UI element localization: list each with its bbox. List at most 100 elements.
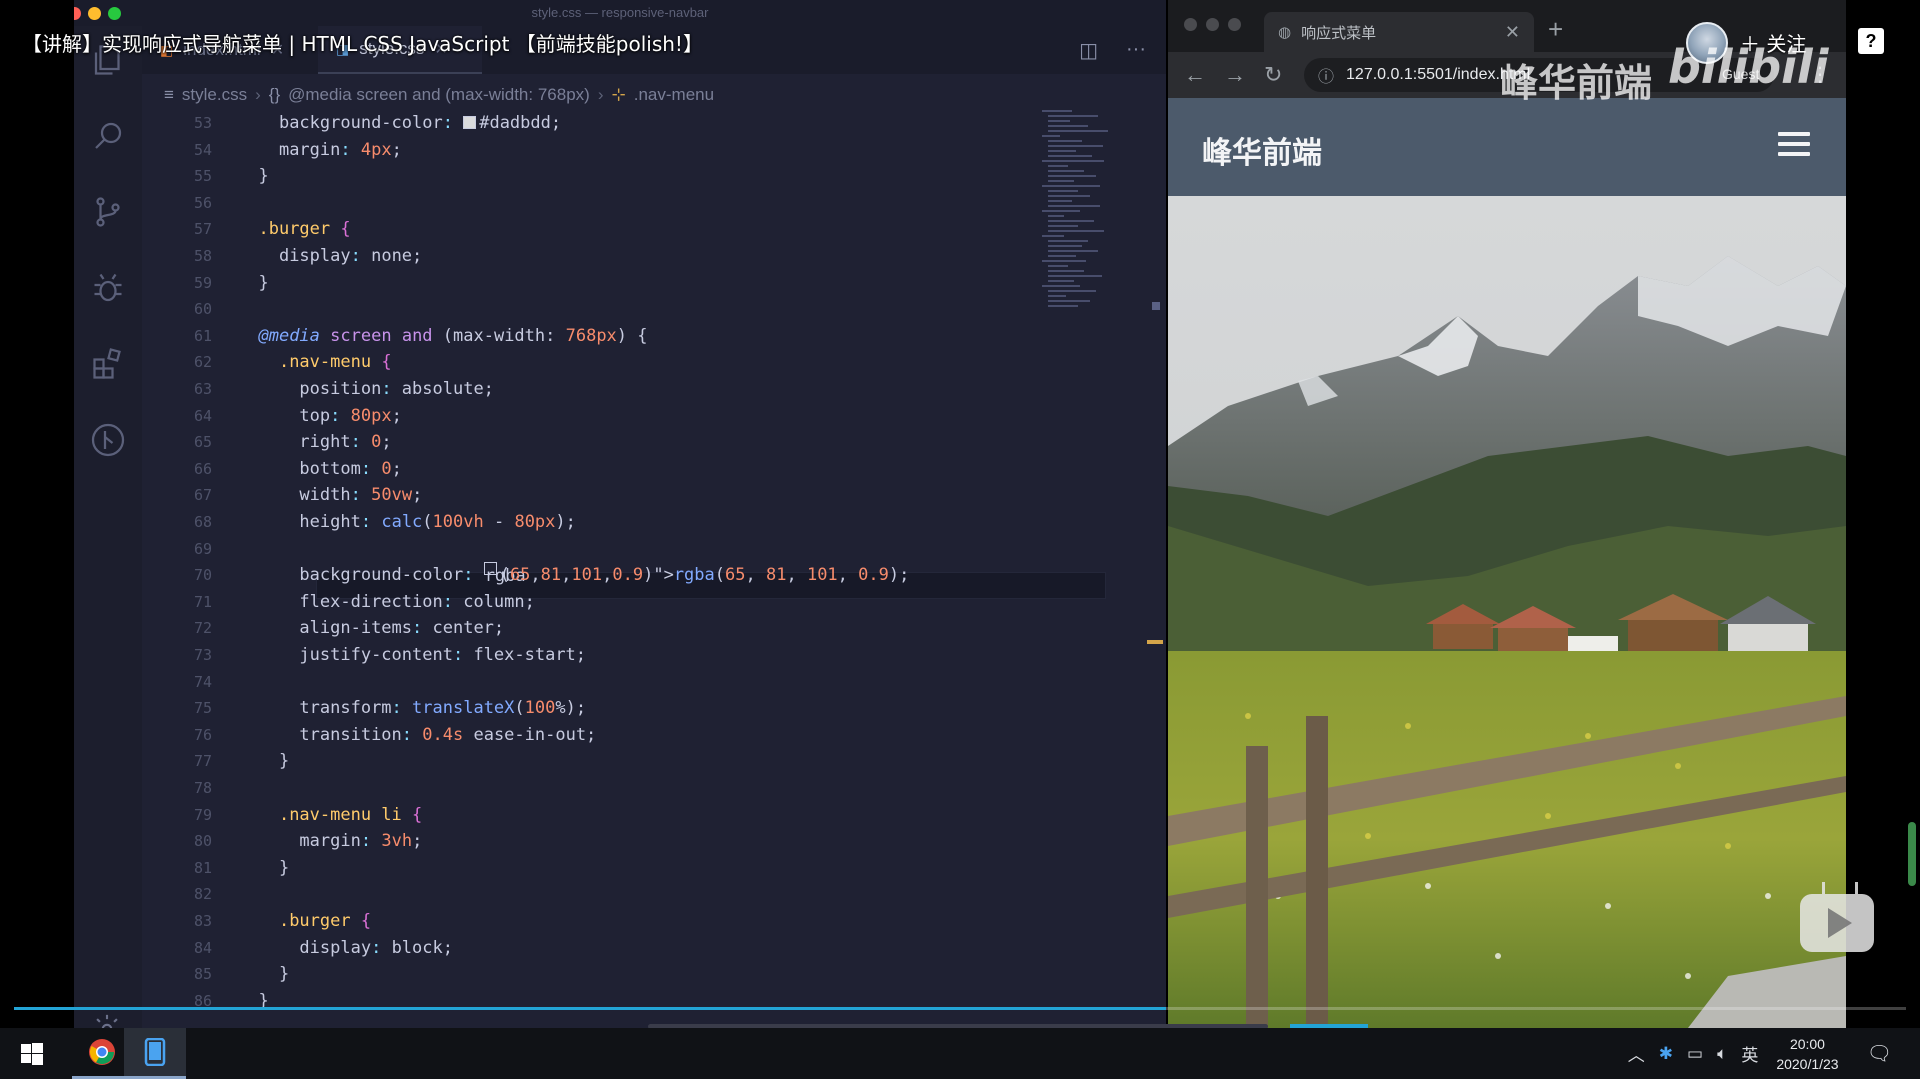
settings-gear-icon[interactable]	[90, 1012, 124, 1028]
code-line[interactable]: 75 transform: translateX(100%);	[142, 695, 586, 722]
tablet-app-taskbar-icon[interactable]	[124, 1028, 186, 1079]
line-number: 74	[193, 672, 212, 691]
minimap-line	[1048, 150, 1076, 152]
video-progress-remaining[interactable]	[1166, 1007, 1906, 1010]
code-line[interactable]: 64 top: 80px;	[142, 403, 402, 430]
code-text: right: 0;	[299, 432, 392, 453]
code-line[interactable]: 72 align-items: center;	[142, 615, 504, 642]
code-line[interactable]: 60	[142, 296, 212, 323]
more-actions-icon[interactable]: ···	[1126, 38, 1146, 63]
line-number: 76	[193, 725, 212, 744]
code-line[interactable]: 81 }	[142, 855, 289, 882]
code-text: margin: 4px;	[278, 139, 402, 160]
code-editor[interactable]: 53 background-color: #dadbdd; 54 margin: …	[142, 113, 1114, 1015]
chrome-taskbar-icon[interactable]	[72, 1028, 132, 1079]
close-tab-icon[interactable]: ✕	[1505, 22, 1520, 43]
minimap-line	[1042, 260, 1086, 262]
code-line[interactable]: 85 }	[142, 961, 289, 988]
close-window-button[interactable]	[1184, 18, 1197, 31]
code-line[interactable]: 57 .burger {	[142, 216, 351, 243]
site-logo[interactable]: 峰华前端	[1202, 128, 1322, 172]
line-number: 63	[193, 380, 212, 398]
line-number: 68	[193, 513, 212, 531]
code-line[interactable]: 65 right: 0;	[142, 429, 392, 456]
css-file-icon: ≡	[164, 85, 174, 104]
minimap-line	[1048, 195, 1090, 197]
code-line[interactable]: 70 background-color: rgba(65,81,101,0.9)…	[142, 562, 909, 589]
code-line[interactable]: 79 .nav-menu li {	[142, 802, 422, 829]
code-line[interactable]: 82	[142, 881, 212, 908]
braces-icon: {}	[268, 85, 281, 104]
bluetooth-icon[interactable]: ✱	[1659, 1044, 1673, 1064]
code-text: transform: translateX(100%);	[299, 698, 587, 719]
browser-tab[interactable]: ◍ 响应式菜单 ✕	[1264, 12, 1534, 52]
minimap-line	[1048, 255, 1076, 257]
code-line[interactable]: 53 background-color: #dadbdd;	[142, 110, 561, 137]
minimize-window-button[interactable]	[1206, 18, 1219, 31]
video-title: 【讲解】实现响应式导航菜单 | HTML CSS JavaScript 【前端技…	[22, 32, 703, 56]
hamburger-menu-icon[interactable]	[1778, 132, 1810, 158]
line-number: 77	[193, 752, 212, 771]
code-line[interactable]: 61 @media screen and (max-width: 768px) …	[142, 323, 648, 350]
breadcrumb-selector[interactable]: .nav-menu	[634, 85, 714, 105]
code-text: height: calc(100vh - 80px);	[299, 512, 576, 532]
extensions-icon[interactable]	[90, 346, 126, 382]
code-line[interactable]: 69	[142, 536, 212, 563]
side-panel-handle[interactable]	[1908, 822, 1916, 886]
code-line[interactable]: 73 justify-content: flex-start;	[142, 642, 586, 669]
back-icon[interactable]: ←	[1184, 62, 1206, 88]
code-line[interactable]: 77 }	[142, 748, 289, 775]
breadcrumb-file[interactable]: style.css	[182, 85, 247, 105]
code-line[interactable]: 84 display: block;	[142, 935, 453, 962]
code-text: margin: 3vh;	[299, 831, 423, 852]
new-tab-icon[interactable]: +	[1548, 14, 1563, 45]
code-line[interactable]: 76 transition: 0.4s ease-in-out;	[142, 722, 596, 749]
video-progress-played[interactable]	[14, 1007, 1166, 1010]
code-line[interactable]: 80 margin: 3vh;	[142, 828, 422, 855]
minimap[interactable]	[1042, 110, 1138, 320]
notification-center-icon[interactable]: 🗨︎	[1867, 1041, 1892, 1066]
chevron-up-icon[interactable]: ︿	[1628, 1041, 1645, 1066]
code-line[interactable]: 86 }	[142, 988, 269, 1015]
info-icon[interactable]: ⓘ	[1318, 63, 1334, 87]
code-line[interactable]: 66 bottom: 0;	[142, 456, 402, 483]
scrollbar-thumb[interactable]	[1152, 302, 1160, 310]
code-text: width: 50vw;	[299, 485, 423, 506]
maximize-window-button[interactable]	[1228, 18, 1241, 31]
forward-icon[interactable]: →	[1224, 62, 1246, 88]
debug-icon[interactable]	[90, 270, 126, 306]
breadcrumb-media[interactable]: @media screen and (max-width: 768px)	[288, 85, 590, 105]
code-text: display: block;	[299, 937, 453, 958]
code-line[interactable]: 55 }	[142, 163, 269, 190]
code-text: display: none;	[278, 246, 423, 266]
split-editor-icon[interactable]: ◫	[1079, 38, 1098, 63]
minimap-line	[1048, 180, 1074, 182]
code-line[interactable]: 78	[142, 775, 212, 802]
line-number: 78	[193, 779, 212, 797]
volume-icon[interactable]: 🔈︎	[1717, 1044, 1727, 1064]
code-line[interactable]: 59 }	[142, 270, 269, 297]
code-line[interactable]: 74	[142, 669, 212, 696]
code-line[interactable]: 54 margin: 4px;	[142, 137, 402, 164]
search-icon[interactable]	[90, 118, 126, 154]
git-graph-icon[interactable]	[90, 422, 126, 458]
code-line[interactable]: 67 width: 50vw;	[142, 482, 422, 509]
code-line[interactable]: 62 .nav-menu {	[142, 349, 392, 376]
source-control-icon[interactable]	[90, 194, 126, 230]
windows-start-icon[interactable]	[10, 1028, 54, 1079]
clock[interactable]: 20:00 2020/1/23	[1776, 1034, 1838, 1074]
minimap-line	[1048, 200, 1072, 202]
site-navbar: 峰华前端	[1168, 98, 1846, 196]
code-line[interactable]: 56	[142, 190, 212, 217]
code-line[interactable]: 71 flex-direction: column;	[142, 589, 535, 616]
battery-icon[interactable]: ▭	[1687, 1044, 1703, 1064]
ime-indicator[interactable]: 英	[1741, 1041, 1758, 1066]
minimap-line	[1042, 135, 1060, 137]
code-line[interactable]: 68 height: calc(100vh - 80px);	[142, 509, 576, 536]
help-icon[interactable]: ?	[1858, 28, 1884, 54]
reload-icon[interactable]: ↻	[1264, 62, 1282, 88]
code-line[interactable]: 63 position: absolute;	[142, 376, 494, 403]
code-line[interactable]: 58 display: none;	[142, 243, 422, 270]
play-icon[interactable]	[1800, 894, 1874, 952]
code-line[interactable]: 83 .burger {	[142, 908, 371, 935]
